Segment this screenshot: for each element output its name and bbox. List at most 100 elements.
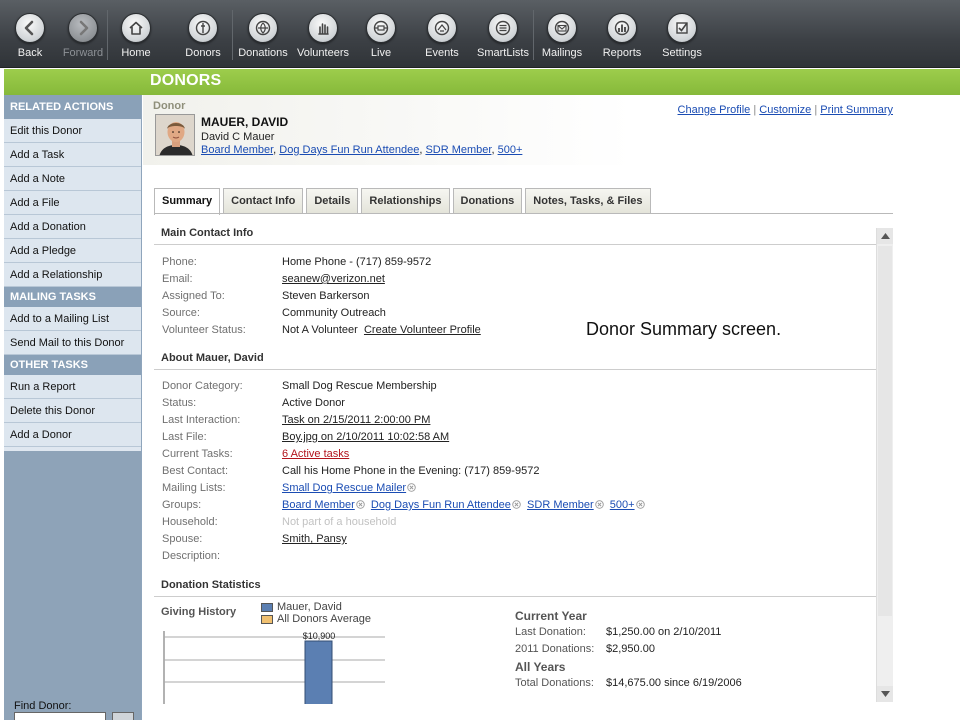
main-content: Donor MAUER, DAVID David C Mauer Board M… xyxy=(143,95,960,720)
toolbar-settings-button[interactable]: Settings xyxy=(652,0,712,68)
tab-contact-info[interactable]: Contact Info xyxy=(223,188,304,214)
last-file-link[interactable]: Boy.jpg on 2/10/2011 10:02:58 AM xyxy=(282,431,449,443)
toolbar-home-button[interactable]: Home xyxy=(110,0,162,68)
find-donor-input[interactable] xyxy=(14,712,106,720)
donor-group-link[interactable]: Board Member xyxy=(201,144,273,156)
arrow-up-icon xyxy=(880,233,890,239)
sidebar-item-add-a-donation[interactable]: Add a Donation xyxy=(4,215,141,239)
print-summary-link[interactable]: Print Summary xyxy=(820,104,893,116)
donor-group-links: Board Member, Dog Days Fun Run Attendee,… xyxy=(201,144,522,156)
status-value: Active Donor xyxy=(282,397,345,409)
ytd-donations-label: 2011 Donations: xyxy=(515,643,595,655)
all-years-heading: All Years xyxy=(515,660,566,674)
sidebar-item-add-a-file[interactable]: Add a File xyxy=(4,191,141,215)
scrollbar-thumb[interactable] xyxy=(878,246,892,616)
toolbar-label: Back xyxy=(17,47,43,59)
scroll-up-button[interactable] xyxy=(877,228,893,244)
remove-circle-icon[interactable] xyxy=(512,500,521,509)
sidebar-item-add-a-donor[interactable]: Add a Donor xyxy=(4,423,141,447)
toolbar-label: SmartLists xyxy=(477,47,529,59)
email-link[interactable]: seanew@verizon.net xyxy=(282,273,385,285)
smartlists-icon xyxy=(488,13,518,43)
sidebar-item-add-a-note[interactable]: Add a Note xyxy=(4,167,141,191)
sidebar-item-edit-this-donor[interactable]: Edit this Donor xyxy=(4,119,141,143)
donation-stats-title: Donation Statistics xyxy=(161,579,261,591)
mailings-envelope-icon xyxy=(547,13,577,43)
best-contact-value: Call his Home Phone in the Evening: (717… xyxy=(282,465,540,477)
summary-panel: Main Contact Info Phone: Home Phone - (7… xyxy=(154,226,893,704)
main-toolbar: Back Forward Home Donors Donations Volunteers… xyxy=(0,0,960,68)
assigned-value: Steven Barkerson xyxy=(282,290,370,302)
toolbar-separator xyxy=(232,10,233,60)
section-divider xyxy=(154,369,876,370)
current-tasks-link[interactable]: 6 Active tasks xyxy=(282,448,349,460)
donor-group-link[interactable]: Dog Days Fun Run Attendee xyxy=(279,144,419,156)
toolbar-live-button[interactable]: Live xyxy=(352,0,410,68)
toolbar-mailings-button[interactable]: Mailings xyxy=(531,0,593,68)
chart-data-label: $10,900 xyxy=(303,631,336,641)
toolbar-separator xyxy=(107,10,108,60)
find-donor-button[interactable] xyxy=(112,712,134,720)
toolbar-label: Live xyxy=(370,47,392,59)
household-value: Not part of a household xyxy=(282,516,396,528)
toolbar-volunteers-button[interactable]: Volunteers xyxy=(291,0,355,68)
donors-icon xyxy=(188,13,218,43)
toolbar-label: Donors xyxy=(185,47,221,59)
tab-summary[interactable]: Summary xyxy=(154,188,221,215)
current-year-heading: Current Year xyxy=(515,609,587,623)
toolbar-back-button[interactable]: Back xyxy=(0,0,60,68)
remove-circle-icon[interactable] xyxy=(407,483,416,492)
toolbar-donations-button[interactable]: Donations xyxy=(231,0,295,68)
remove-circle-icon[interactable] xyxy=(594,500,604,509)
sidebar-item-send-mail-to-this-donor[interactable]: Send Mail to this Donor xyxy=(4,331,141,355)
phone-value: Home Phone - (717) 859-9572 xyxy=(282,256,432,268)
toolbar-separator xyxy=(533,10,534,60)
mailing-list-link[interactable]: Small Dog Rescue Mailer xyxy=(282,482,406,494)
sidebar-item-delete-this-donor[interactable]: Delete this Donor xyxy=(4,399,141,423)
toolbar-forward-button[interactable]: Forward xyxy=(53,0,113,68)
last-file-label: Last File: xyxy=(162,431,207,443)
donor-category-value: Small Dog Rescue Membership xyxy=(282,380,437,392)
vertical-scrollbar[interactable] xyxy=(876,228,893,702)
description-label: Description: xyxy=(162,550,221,562)
toolbar-events-button[interactable]: Events xyxy=(413,0,471,68)
profile-links: Change Profile | Customize | Print Summa… xyxy=(678,104,893,116)
current-tasks-label: Current Tasks: xyxy=(162,448,233,460)
groups-label: Groups: xyxy=(162,499,202,511)
sidebar-item-add-a-task[interactable]: Add a Task xyxy=(4,143,141,167)
legend-entry: Mauer, David xyxy=(261,601,371,613)
create-volunteer-profile-link[interactable]: Create Volunteer Profile xyxy=(364,324,481,336)
change-profile-link[interactable]: Change Profile xyxy=(678,104,751,116)
donor-photo xyxy=(156,115,194,155)
remove-circle-icon[interactable] xyxy=(356,500,365,509)
legend-swatch xyxy=(261,602,273,612)
tab-donations[interactable]: Donations xyxy=(452,188,523,214)
tab-details[interactable]: Details xyxy=(306,188,359,214)
donor-group-link[interactable]: 500+ xyxy=(498,144,523,156)
toolbar-reports-button[interactable]: Reports xyxy=(592,0,652,68)
donor-group-link[interactable]: SDR Member xyxy=(425,144,491,156)
source-value: Community Outreach xyxy=(282,307,386,319)
last-donation-label: Last Donation: xyxy=(515,626,586,638)
household-text: Not part of a household xyxy=(282,516,397,528)
group-link[interactable]: 500+ xyxy=(610,499,635,511)
sidebar-item-add-a-relationship[interactable]: Add a Relationship xyxy=(4,263,141,287)
assigned-label: Assigned To: xyxy=(162,290,225,302)
spouse-link[interactable]: Smith, Pansy xyxy=(282,533,347,545)
customize-link[interactable]: Customize xyxy=(759,104,811,116)
sidebar-item-add-a-pledge[interactable]: Add a Pledge xyxy=(4,239,141,263)
last-interaction-link[interactable]: Task on 2/15/2011 2:00:00 PM xyxy=(282,414,430,426)
tab-notes-tasks-files[interactable]: Notes, Tasks, & Files xyxy=(525,188,651,214)
sidebar-item-run-a-report[interactable]: Run a Report xyxy=(4,375,141,399)
group-link[interactable]: Dog Days Fun Run Attendee xyxy=(371,499,511,511)
tab-relationships[interactable]: Relationships xyxy=(361,188,450,214)
group-link[interactable]: Board Member xyxy=(282,499,355,511)
remove-circle-icon[interactable] xyxy=(635,500,645,509)
sidebar-item-add-to-a-mailing-list[interactable]: Add to a Mailing List xyxy=(4,307,141,331)
mailing-lists-label: Mailing Lists: xyxy=(162,482,226,494)
group-link[interactable]: SDR Member xyxy=(527,499,594,511)
last-interaction-label: Last Interaction: xyxy=(162,414,241,426)
scroll-down-button[interactable] xyxy=(877,686,893,702)
toolbar-smartlists-button[interactable]: SmartLists xyxy=(471,0,535,68)
toolbar-donors-button[interactable]: Donors xyxy=(172,0,234,68)
